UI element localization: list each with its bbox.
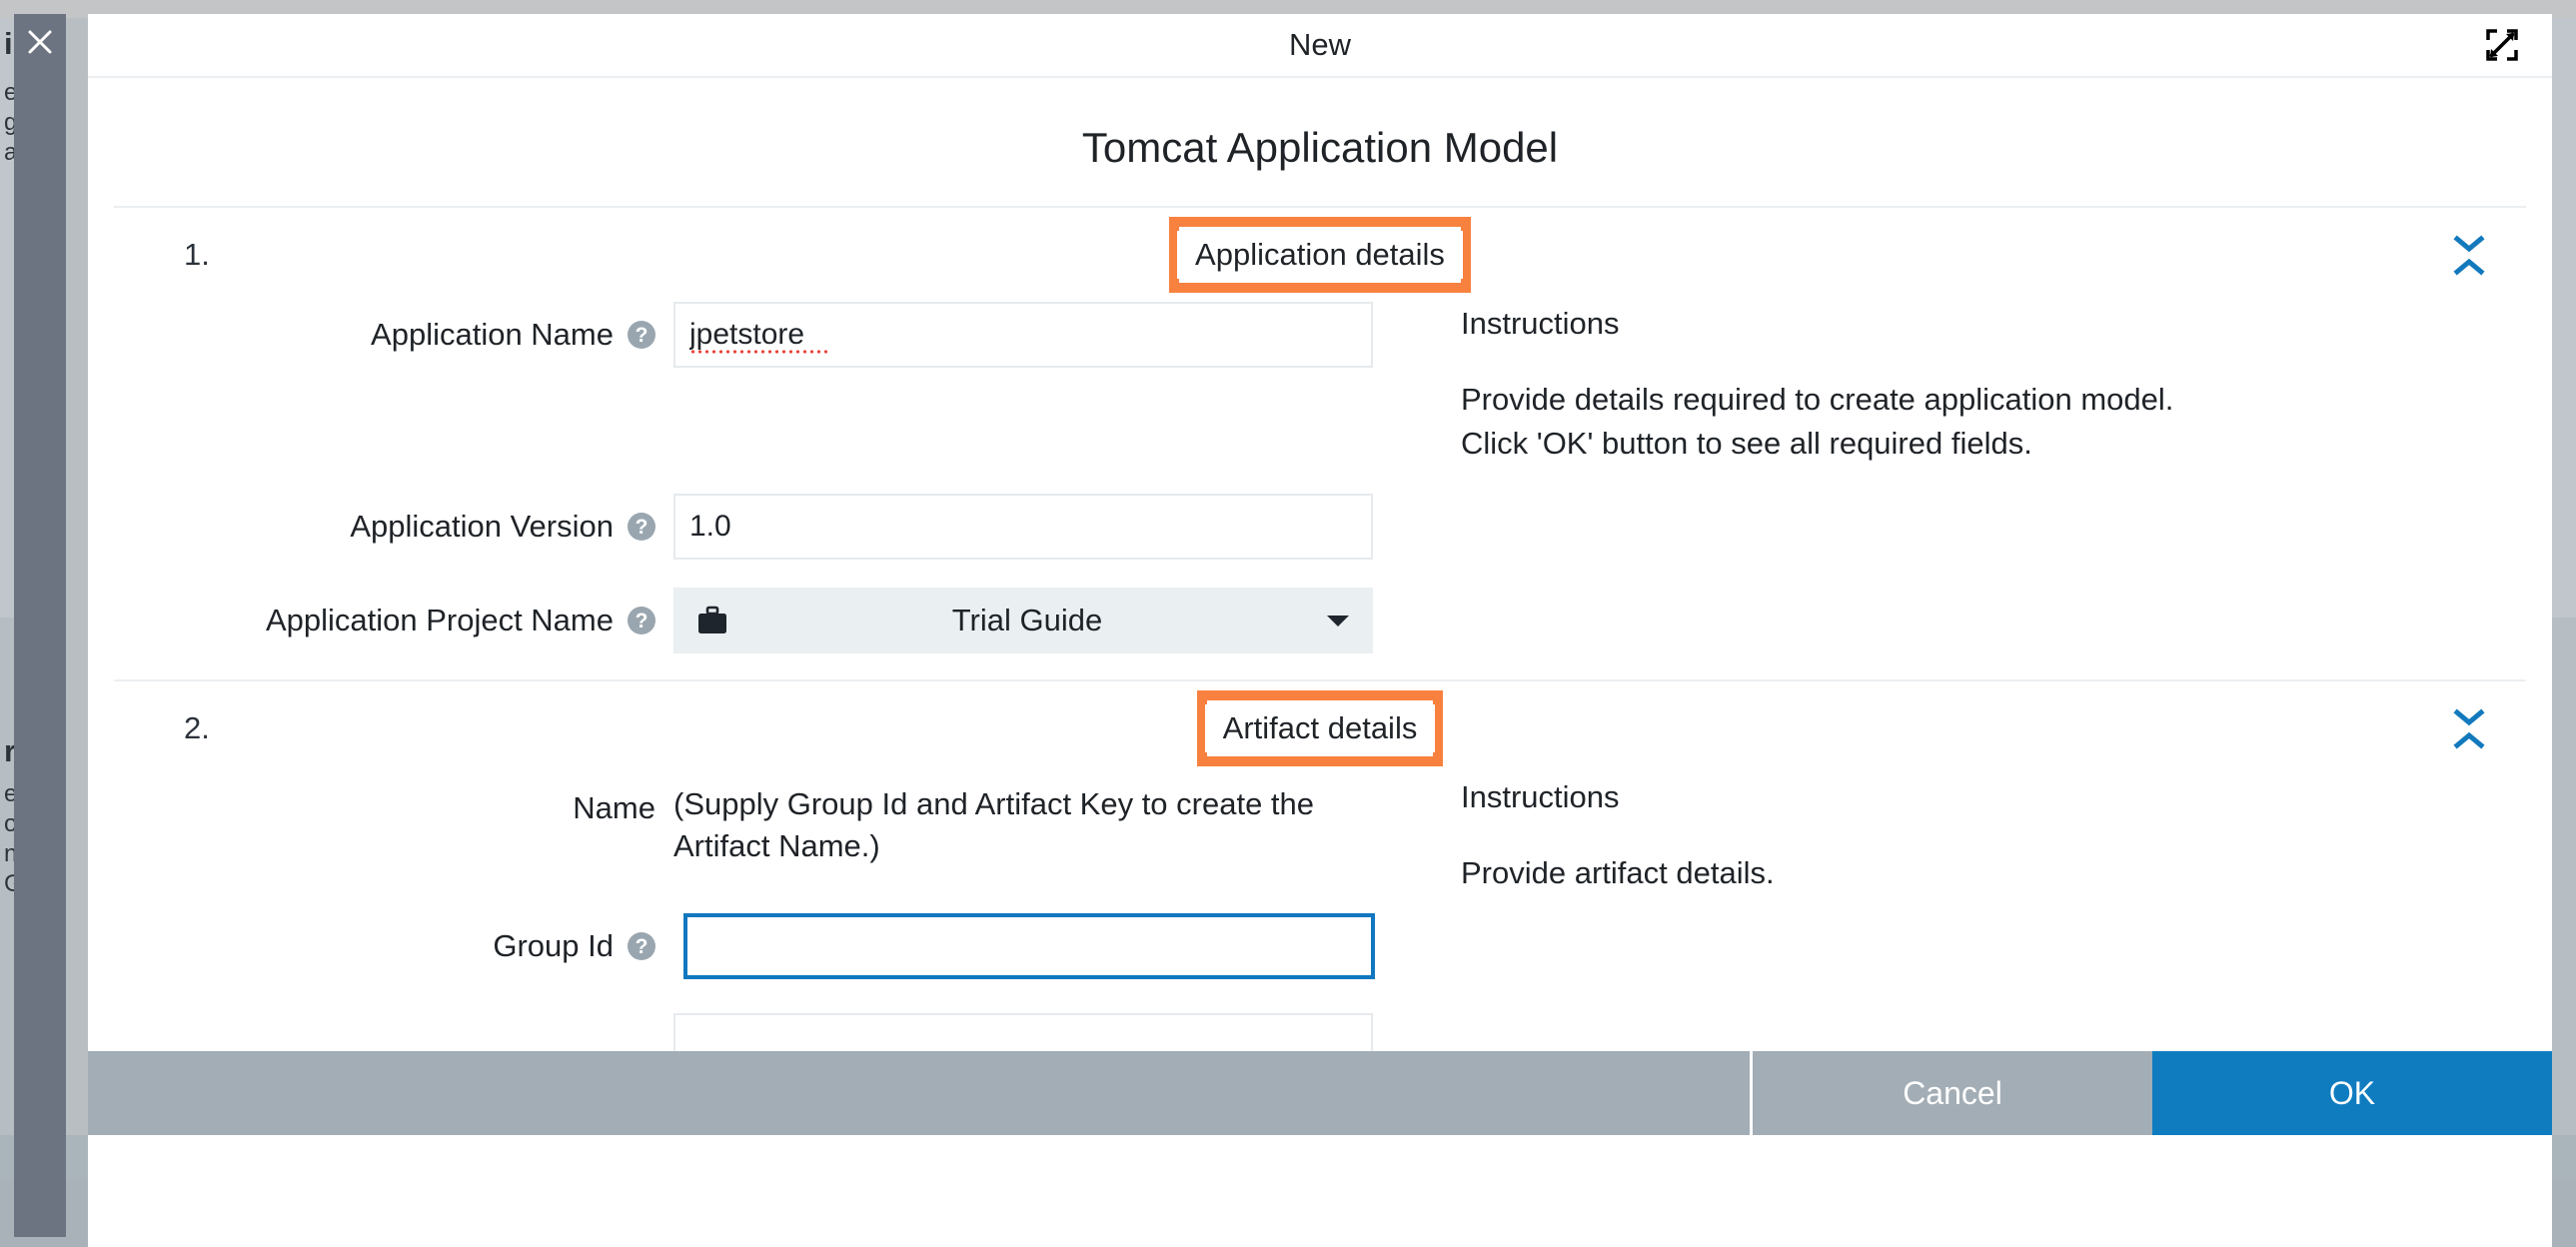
instructions-heading: Instructions: [1461, 306, 1620, 341]
field-label: Application Project Name: [265, 603, 614, 637]
cancel-button[interactable]: Cancel: [1753, 1051, 2152, 1135]
section-number: 2.: [184, 710, 210, 745]
label-cell: Application Project Name ?: [114, 588, 673, 653]
section-title-wrap: Artifact details: [1196, 690, 1444, 766]
form-row-group-id: Group Id ?: [114, 913, 2526, 979]
select-value: Trial Guide: [951, 603, 1103, 637]
label-cell: Application Name ?: [114, 302, 673, 368]
form-row-application-project-name: Application Project Name ? Trial Guide: [114, 588, 2526, 653]
dialog-header: New: [88, 14, 2552, 78]
section-number: 1.: [184, 237, 210, 272]
instructions-panel-section-2: Instructions Provide artifact details.: [1373, 775, 1775, 895]
form-row-application-version: Application Version ?: [114, 494, 2526, 560]
screen: ird ent g a azo ro erv olo ne GC e t p o…: [0, 0, 2576, 1247]
group-id-input[interactable]: [683, 913, 1375, 979]
section-title-wrap: Application details: [1169, 217, 1471, 293]
application-name-input[interactable]: [673, 302, 1373, 368]
help-question-icon[interactable]: ?: [628, 607, 655, 634]
instructions-heading: Instructions: [1461, 779, 1620, 814]
double-chevron-collapse-icon[interactable]: [2448, 701, 2490, 755]
instructions-panel-section-1: Instructions Provide details required to…: [1373, 302, 2173, 466]
instructions-line: Provide details required to create appli…: [1461, 382, 2174, 417]
field-cell: [673, 494, 1373, 560]
application-project-name-select[interactable]: Trial Guide: [673, 588, 1373, 653]
modal-side-rail: [14, 14, 66, 1237]
help-question-icon[interactable]: ?: [628, 932, 655, 960]
page-title: Tomcat Application Model: [1081, 124, 1559, 171]
close-icon[interactable]: [14, 14, 66, 70]
double-chevron-collapse-icon[interactable]: [2448, 228, 2490, 282]
field-cell: [673, 913, 1375, 979]
field-cell: Trial Guide: [673, 588, 1373, 653]
spellcheck-underline: [689, 350, 829, 354]
artifact-key-input-clipped[interactable]: [673, 1013, 1373, 1053]
field-cell: [673, 302, 1373, 368]
field-label: Group Id: [493, 928, 614, 963]
section-1-fields: Application Name ? Instructions Provide …: [88, 302, 2552, 653]
section-header-artifact-details[interactable]: 2. Artifact details: [88, 681, 2552, 775]
chevron-down-icon: [1327, 616, 1349, 626]
help-question-icon[interactable]: ?: [628, 321, 655, 349]
section-title[interactable]: Application details: [1177, 231, 1463, 279]
dialog-footer: Cancel OK: [88, 1051, 2552, 1135]
ok-button[interactable]: OK: [2152, 1051, 2552, 1135]
form-row-artifact-name: Name (Supply Group Id and Artifact Key t…: [114, 775, 2526, 895]
briefcase-icon: [698, 606, 726, 633]
help-question-icon[interactable]: ?: [628, 513, 655, 541]
expand-fullscreen-icon[interactable]: [2480, 23, 2524, 67]
application-version-input[interactable]: [673, 494, 1373, 560]
field-cell: (Supply Group Id and Artifact Key to cre…: [673, 775, 1373, 867]
instructions-line: Click 'OK' button to see all required fi…: [1461, 426, 2032, 461]
label-cell: Name: [114, 775, 673, 841]
field-label: Application Version: [350, 509, 614, 544]
artifact-name-hint: (Supply Group Id and Artifact Key to cre…: [673, 786, 1315, 863]
field-label: Name: [573, 790, 655, 825]
label-cell: Group Id ?: [114, 913, 673, 979]
instructions-line: Provide artifact details.: [1461, 855, 1775, 890]
form-row-application-name: Application Name ? Instructions Provide …: [114, 302, 2526, 466]
section-2-fields: Name (Supply Group Id and Artifact Key t…: [88, 775, 2552, 1053]
dialog-header-title: New: [1288, 27, 1351, 62]
field-label: Application Name: [371, 317, 614, 352]
section-header-application-details[interactable]: 1. Application details: [88, 208, 2552, 302]
section-title[interactable]: Artifact details: [1204, 704, 1436, 752]
label-cell: Application Version ?: [114, 494, 673, 560]
